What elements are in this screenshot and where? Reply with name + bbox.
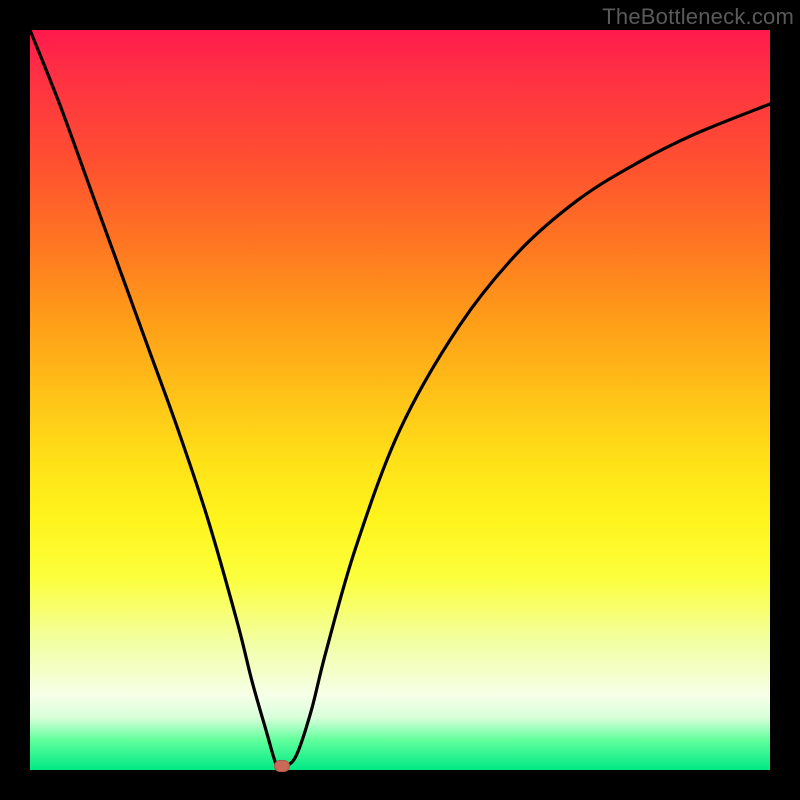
- watermark-text: TheBottleneck.com: [602, 4, 794, 30]
- chart-frame: TheBottleneck.com: [0, 0, 800, 800]
- chart-plot-area: [30, 30, 770, 770]
- optimal-point-marker: [274, 760, 290, 772]
